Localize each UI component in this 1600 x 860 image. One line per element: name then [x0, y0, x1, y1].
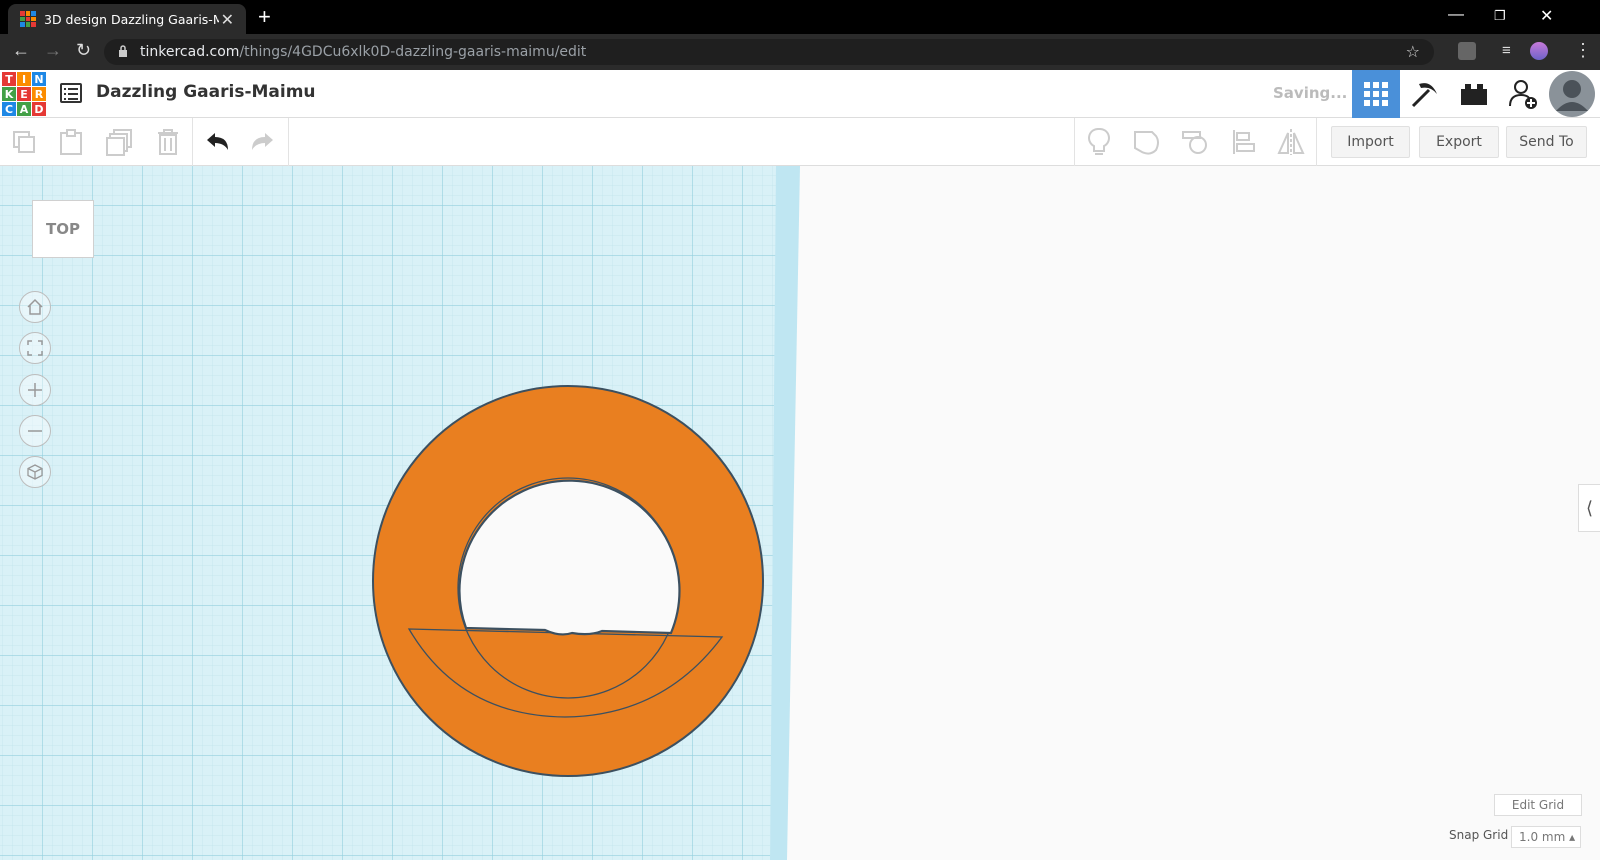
tab-title: 3D design Dazzling Gaaris-Maimu	[44, 11, 219, 27]
align-icon[interactable]	[1228, 126, 1260, 158]
logo-letter: C	[2, 102, 16, 116]
perspective-icon[interactable]	[19, 456, 51, 488]
view-cube[interactable]: TOP	[32, 200, 94, 258]
browser-tab[interactable]: 3D design Dazzling Gaaris-Maimu ✕	[8, 4, 246, 34]
zoom-in-icon[interactable]	[19, 374, 51, 406]
new-tab-button[interactable]: +	[258, 4, 271, 30]
toolbar-divider	[1316, 118, 1317, 166]
solid-shape-icon[interactable]	[1131, 126, 1163, 158]
note-icon[interactable]	[1083, 126, 1115, 158]
media-queue-icon[interactable]: ≡	[1502, 42, 1511, 59]
logo-letter: T	[2, 72, 16, 86]
address-bar[interactable]: tinkercad.com/things/4GDCu6xlk0D-dazzlin…	[104, 39, 1434, 65]
hole-shape-icon[interactable]	[1179, 126, 1211, 158]
tab-close-icon[interactable]: ✕	[221, 10, 234, 30]
pickaxe-icon[interactable]	[1401, 70, 1449, 118]
browser-toolbar: ← → ↻ tinkercad.com/things/4GDCu6xlk0D-d…	[0, 34, 1600, 70]
profile-avatar-icon[interactable]	[1530, 42, 1548, 60]
restore-icon[interactable]: ❐	[1494, 8, 1506, 24]
logo-letter: D	[32, 102, 46, 116]
delete-icon[interactable]	[152, 126, 184, 158]
back-icon[interactable]: ←	[12, 40, 30, 61]
import-button[interactable]: Import	[1331, 126, 1410, 158]
duplicate-icon[interactable]	[104, 126, 136, 158]
workspace[interactable]: TOP ⟨ Edit Grid Snap Grid 1.0 mm ▴	[0, 166, 1600, 860]
collapse-panel-button[interactable]: ⟨	[1578, 484, 1600, 532]
fit-view-icon[interactable]	[19, 332, 51, 364]
zoom-out-icon[interactable]	[19, 415, 51, 447]
logo-letter: R	[32, 87, 46, 101]
logo-letter: N	[32, 72, 46, 86]
paste-icon[interactable]	[55, 126, 87, 158]
url-host: tinkercad.com	[140, 44, 240, 60]
minimize-icon[interactable]: —	[1448, 6, 1464, 24]
close-window-icon[interactable]: ✕	[1540, 6, 1553, 26]
forward-icon[interactable]: →	[44, 40, 62, 61]
logo-letter: A	[17, 102, 31, 116]
design-list-icon[interactable]	[60, 83, 82, 103]
logo-letter: E	[17, 87, 31, 101]
home-view-icon[interactable]	[19, 291, 51, 323]
toolbar-divider	[288, 118, 289, 166]
mirror-icon[interactable]	[1275, 126, 1307, 158]
logo-letter: I	[17, 72, 31, 86]
browser-menu-icon[interactable]: ⋮	[1574, 40, 1592, 61]
toolbar-divider	[1074, 118, 1075, 166]
url-path: /things/4GDCu6xlk0D-dazzling-gaaris-maim…	[239, 44, 587, 60]
extension-icon[interactable]	[1458, 42, 1476, 60]
undo-icon[interactable]	[201, 126, 233, 158]
bricks-icon[interactable]	[1450, 70, 1498, 118]
avatar[interactable]	[1547, 70, 1597, 118]
tinkercad-logo[interactable]: T I N K E R C A D	[2, 72, 46, 116]
workplane-canvas[interactable]	[0, 166, 1600, 860]
save-status: Saving...	[1273, 84, 1348, 102]
snap-grid-label: Snap Grid	[1449, 828, 1509, 842]
tinkercad-favicon-icon	[20, 11, 36, 27]
copy-icon[interactable]	[8, 126, 40, 158]
snap-grid-select[interactable]: 1.0 mm ▴	[1511, 826, 1581, 848]
design-title[interactable]: Dazzling Gaaris-Maimu	[96, 82, 316, 102]
edit-grid-button[interactable]: Edit Grid	[1494, 794, 1582, 816]
edit-toolbar: Import Export Send To	[0, 118, 1600, 166]
lock-icon	[119, 45, 127, 57]
grid-view-icon[interactable]	[1352, 70, 1400, 118]
toolbar-divider	[192, 118, 193, 166]
orange-ring-shape[interactable]	[372, 385, 764, 777]
browser-tabbar: 3D design Dazzling Gaaris-Maimu ✕ + — ❐ …	[0, 0, 1600, 34]
export-button[interactable]: Export	[1419, 126, 1499, 158]
add-user-icon[interactable]	[1499, 70, 1547, 118]
bookmark-star-icon[interactable]: ☆	[1406, 39, 1420, 65]
logo-letter: K	[2, 87, 16, 101]
app-header: T I N K E R C A D Dazzling Gaaris-Maimu …	[0, 70, 1600, 118]
send-to-button[interactable]: Send To	[1506, 126, 1587, 158]
reload-icon[interactable]: ↻	[76, 40, 91, 61]
redo-icon[interactable]	[247, 126, 279, 158]
